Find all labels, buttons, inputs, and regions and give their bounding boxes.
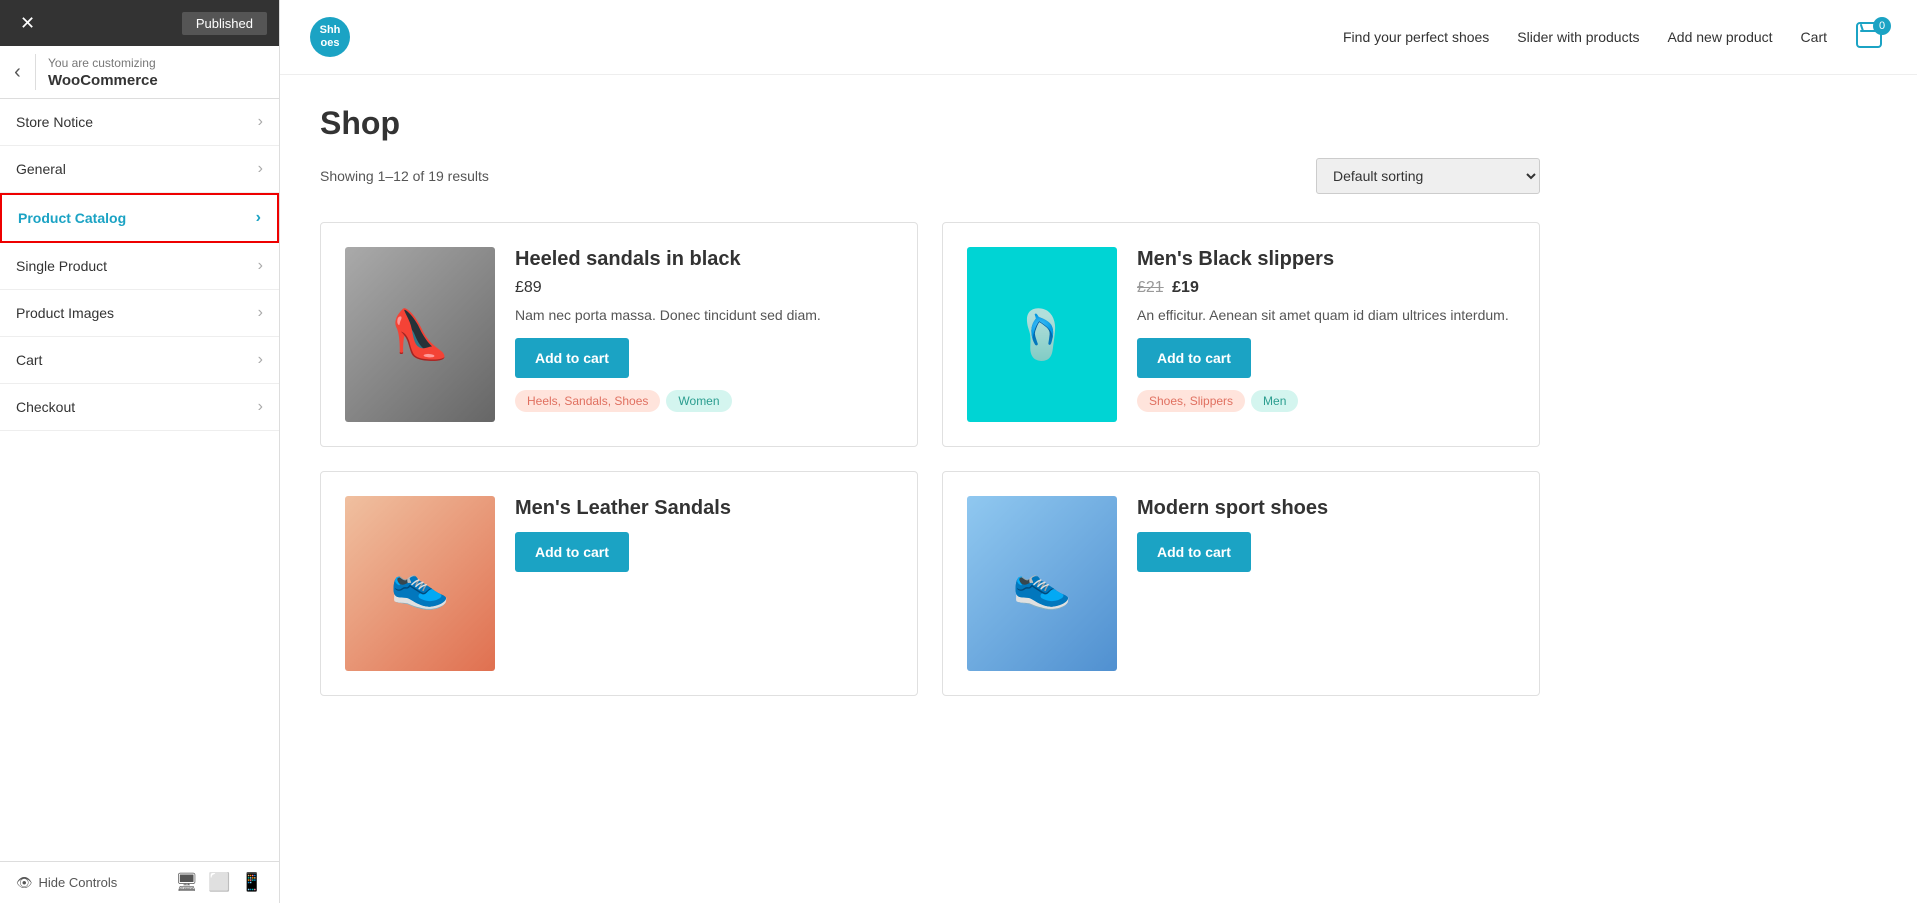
shop-count: Showing 1–12 of 19 results [320,168,489,184]
sidebar-item-label: Product Images [16,305,114,321]
sidebar-item-label: General [16,161,66,177]
product-description: Nam nec porta massa. Donec tincidunt sed… [515,305,893,326]
cart-count-badge: 0 [1873,17,1891,35]
sidebar-item-label: Checkout [16,399,75,415]
logo-icon: Shhoes [310,17,350,57]
add-to-cart-button[interactable]: Add to cart [515,338,629,378]
sidebar-item-label: Product Catalog [18,210,126,226]
main-content: Shhoes Find your perfect shoes Slider wi… [280,0,1917,903]
woocommerce-title: WooCommerce [48,72,158,89]
hide-controls-label: Hide Controls [39,875,118,890]
sidebar-item-store-notice[interactable]: Store Notice › [0,99,279,146]
nav-links: Find your perfect shoes Slider with prod… [1343,21,1887,53]
product-tags: Heels, Sandals, Shoes Women [515,390,893,412]
add-to-cart-button[interactable]: Add to cart [1137,532,1251,572]
nav-slider[interactable]: Slider with products [1517,29,1639,45]
nav-cart-link[interactable]: Cart [1801,29,1827,45]
chevron-right-icon: › [258,257,263,275]
product-price: £21 £19 [1137,279,1515,297]
product-card-leather-sandals: 👟 Men's Leather Sandals Add to cart [320,471,918,696]
product-image: 👟 [967,496,1117,671]
products-grid: 👠 Heeled sandals in black £89 Nam nec po… [320,222,1540,696]
product-name: Heeled sandals in black [515,247,893,271]
sidebar-item-label: Cart [16,352,42,368]
sidebar-item-cart[interactable]: Cart › [0,337,279,384]
product-card-black-slippers: 🩴 Men's Black slippers £21 £19 An effici… [942,222,1540,447]
sidebar-header: ✕ Published [0,0,279,46]
sidebar: ✕ Published ‹ You are customizing WooCom… [0,0,280,903]
sidebar-item-general[interactable]: General › [0,146,279,193]
product-tag[interactable]: Shoes, Slippers [1137,390,1245,412]
chevron-right-icon: › [258,351,263,369]
mobile-icon[interactable]: 📱 [241,872,263,893]
product-info: Men's Black slippers £21 £19 An efficitu… [1137,247,1515,422]
add-to-cart-button[interactable]: Add to cart [1137,338,1251,378]
product-tag[interactable]: Heels, Sandals, Shoes [515,390,660,412]
cart-icon: 0 [1855,21,1887,53]
sidebar-footer: 👁 Hide Controls 🖥 ⬜ 📱 [0,861,279,903]
product-info: Men's Leather Sandals Add to cart [515,496,893,671]
chevron-right-icon: › [256,209,261,227]
chevron-right-icon: › [258,160,263,178]
close-button[interactable]: ✕ [12,9,43,38]
sidebar-title-text: You are customizing WooCommerce [36,56,158,89]
sale-price: £19 [1172,279,1199,296]
product-image: 👠 [345,247,495,422]
product-name: Men's Leather Sandals [515,496,893,520]
device-icons: 🖥 ⬜ 📱 [175,872,263,893]
sidebar-item-product-catalog[interactable]: Product Catalog › [0,193,279,243]
product-tags: Shoes, Slippers Men [1137,390,1515,412]
add-to-cart-button[interactable]: Add to cart [515,532,629,572]
eye-icon: 👁 [16,875,33,891]
product-description: An efficitur. Aenean sit amet quam id di… [1137,305,1515,326]
original-price: £21 [1137,279,1164,296]
chevron-right-icon: › [258,398,263,416]
product-image: 👟 [345,496,495,671]
sidebar-item-checkout[interactable]: Checkout › [0,384,279,431]
cart-button[interactable]: 0 [1855,21,1887,53]
site-logo[interactable]: Shhoes [310,17,350,57]
nav-add-product[interactable]: Add new product [1667,29,1772,45]
sidebar-menu: Store Notice›General›Product Catalog›Sin… [0,99,279,861]
sidebar-item-label: Single Product [16,258,107,274]
product-price: £89 [515,279,893,297]
chevron-right-icon: › [258,304,263,322]
sidebar-item-product-images[interactable]: Product Images › [0,290,279,337]
shop-title: Shop [320,105,1540,142]
shop-content: Shop Showing 1–12 of 19 results Default … [280,75,1580,726]
nav-find-shoes[interactable]: Find your perfect shoes [1343,29,1489,45]
product-name: Modern sport shoes [1137,496,1515,520]
top-navigation: Shhoes Find your perfect shoes Slider wi… [280,0,1917,75]
product-info: Modern sport shoes Add to cart [1137,496,1515,671]
hide-controls-button[interactable]: 👁 Hide Controls [16,875,117,891]
product-tag[interactable]: Men [1251,390,1298,412]
desktop-icon[interactable]: 🖥 [175,872,198,893]
shop-meta-row: Showing 1–12 of 19 results Default sorti… [320,158,1540,194]
product-tag[interactable]: Women [666,390,731,412]
chevron-right-icon: › [258,113,263,131]
product-name: Men's Black slippers [1137,247,1515,271]
tablet-icon[interactable]: ⬜ [208,872,230,893]
customizing-label: You are customizing [48,56,158,70]
published-badge: Published [182,12,267,35]
product-info: Heeled sandals in black £89 Nam nec port… [515,247,893,422]
sidebar-item-label: Store Notice [16,114,93,130]
product-card-sport-shoes: 👟 Modern sport shoes Add to cart [942,471,1540,696]
sidebar-title-row: ‹ You are customizing WooCommerce [0,46,279,99]
sidebar-item-single-product[interactable]: Single Product › [0,243,279,290]
product-image: 🩴 [967,247,1117,422]
product-card-heeled-sandals: 👠 Heeled sandals in black £89 Nam nec po… [320,222,918,447]
sort-select[interactable]: Default sortingSort by popularitySort by… [1316,158,1540,194]
sidebar-back-button[interactable]: ‹ [0,54,36,90]
